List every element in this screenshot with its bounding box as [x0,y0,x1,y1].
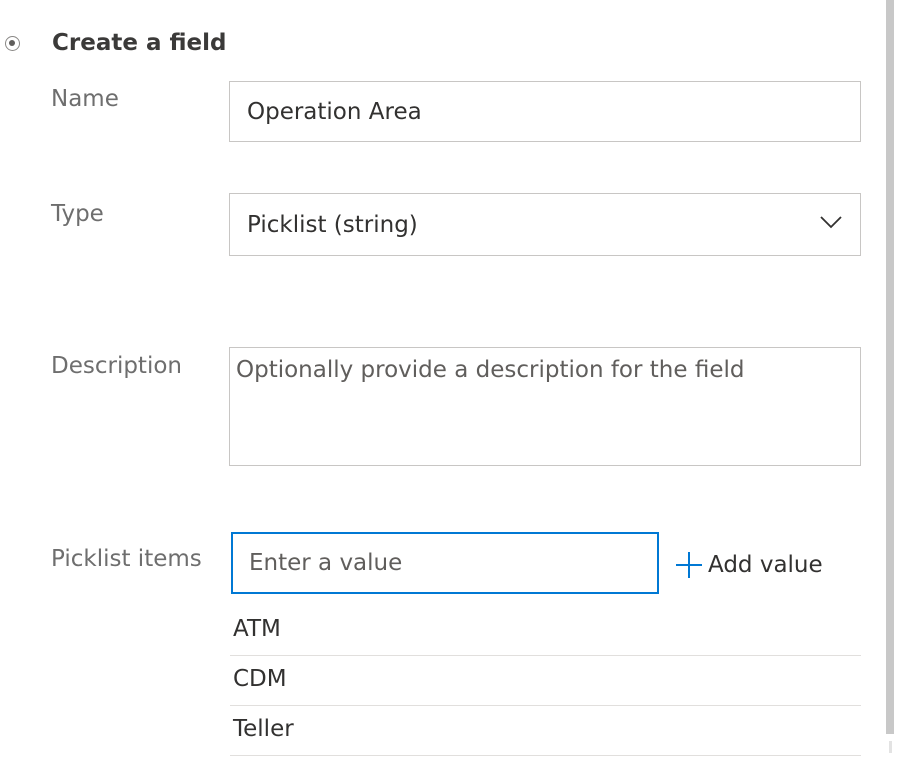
create-field-radio[interactable] [5,36,20,51]
name-field-container [229,81,861,142]
description-label: Description [51,353,182,379]
section-title: Create a field [52,30,227,56]
picklist-label: Picklist items [51,546,202,572]
add-value-label: Add value [708,552,823,578]
type-dropdown[interactable]: Picklist (string) [229,193,861,256]
name-label: Name [51,86,119,112]
plus-icon [676,552,702,578]
name-input[interactable] [230,82,860,141]
description-field-container [229,347,861,466]
picklist-item[interactable]: ATM [230,606,861,656]
type-label: Type [51,201,104,227]
vertical-scrollbar[interactable] [886,0,894,734]
picklist-input-container [231,532,659,594]
radio-selected-dot [9,40,15,46]
add-value-button[interactable]: Add value [676,548,823,582]
picklist-items: ATM CDM Teller [230,606,861,756]
type-selected-value: Picklist (string) [247,212,418,238]
scrollbar-track-end [889,741,892,753]
chevron-down-icon [820,216,842,229]
picklist-item[interactable]: Teller [230,706,861,756]
picklist-item[interactable]: CDM [230,656,861,706]
description-textarea[interactable] [230,348,860,465]
picklist-value-input[interactable] [233,534,657,592]
